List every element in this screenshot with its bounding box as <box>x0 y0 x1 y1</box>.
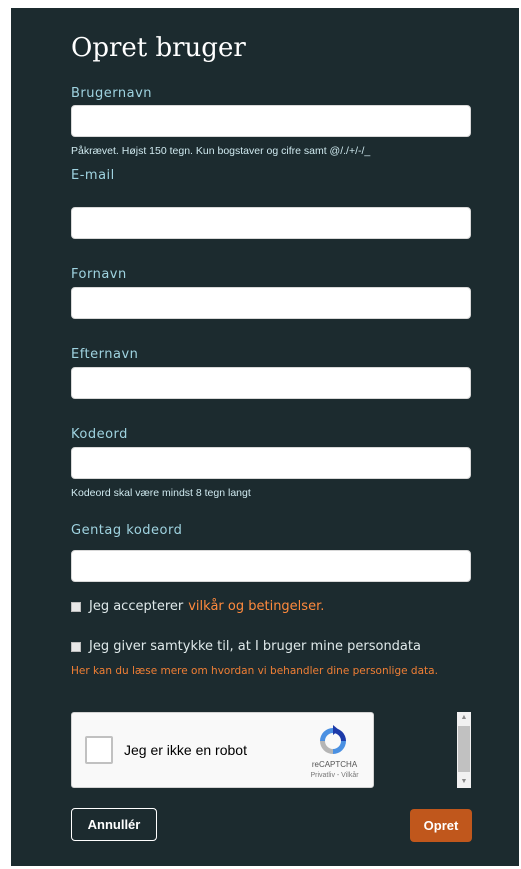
password-label: Kodeord <box>71 427 128 442</box>
consent-checkbox[interactable] <box>71 641 81 652</box>
email-input[interactable] <box>71 207 471 239</box>
recaptcha-terms-link[interactable]: Privatliv - Vilkår <box>302 772 367 779</box>
recaptcha-label: Jeg er ikke en robot <box>124 742 247 758</box>
recaptcha-brand: reCAPTCHA <box>311 760 358 769</box>
terms-label: Jeg accepterer <box>89 599 184 614</box>
last-name-label: Efternavn <box>71 347 139 362</box>
first-name-input[interactable] <box>71 287 471 319</box>
recaptcha-widget: Jeg er ikke en robot reCAPTCHA Privatliv… <box>71 712 374 788</box>
terms-checkbox[interactable] <box>71 601 81 612</box>
submit-button[interactable]: Opret <box>410 809 472 842</box>
first-name-label: Fornavn <box>71 267 127 282</box>
last-name-input[interactable] <box>71 367 471 399</box>
scroll-down-icon[interactable]: ▼ <box>457 776 471 788</box>
terms-row: Jeg accepterer vilkår og betingelser. <box>71 599 324 614</box>
signup-panel: Opret bruger Brugernavn Påkrævet. Højst … <box>11 8 519 866</box>
recaptcha-checkbox[interactable] <box>85 736 113 764</box>
scroll-up-icon[interactable]: ▲ <box>457 712 471 724</box>
page-title: Opret bruger <box>71 33 246 63</box>
password-repeat-label: Gentag kodeord <box>71 523 183 538</box>
password-hint: Kodeord skal være mindst 8 tegn langt <box>71 487 251 499</box>
cancel-button[interactable]: Annullér <box>71 808 157 841</box>
consent-row: Jeg giver samtykke til, at I bruger mine… <box>71 639 421 654</box>
scroll-thumb[interactable] <box>458 726 470 772</box>
terms-link[interactable]: vilkår og betingelser. <box>188 599 324 614</box>
email-label: E-mail <box>71 168 115 183</box>
scrollbar[interactable]: ▲ ▼ <box>457 712 471 788</box>
privacy-note-link[interactable]: Her kan du læse mere om hvordan vi behan… <box>71 664 466 679</box>
username-input[interactable] <box>71 105 471 137</box>
consent-label: Jeg giver samtykke til, at I bruger mine… <box>89 639 421 654</box>
recaptcha-logo-icon <box>320 725 346 754</box>
username-hint: Påkrævet. Højst 150 tegn. Kun bogstaver … <box>71 145 371 157</box>
password-repeat-input[interactable] <box>71 550 471 582</box>
password-input[interactable] <box>71 447 471 479</box>
username-label: Brugernavn <box>71 86 153 101</box>
